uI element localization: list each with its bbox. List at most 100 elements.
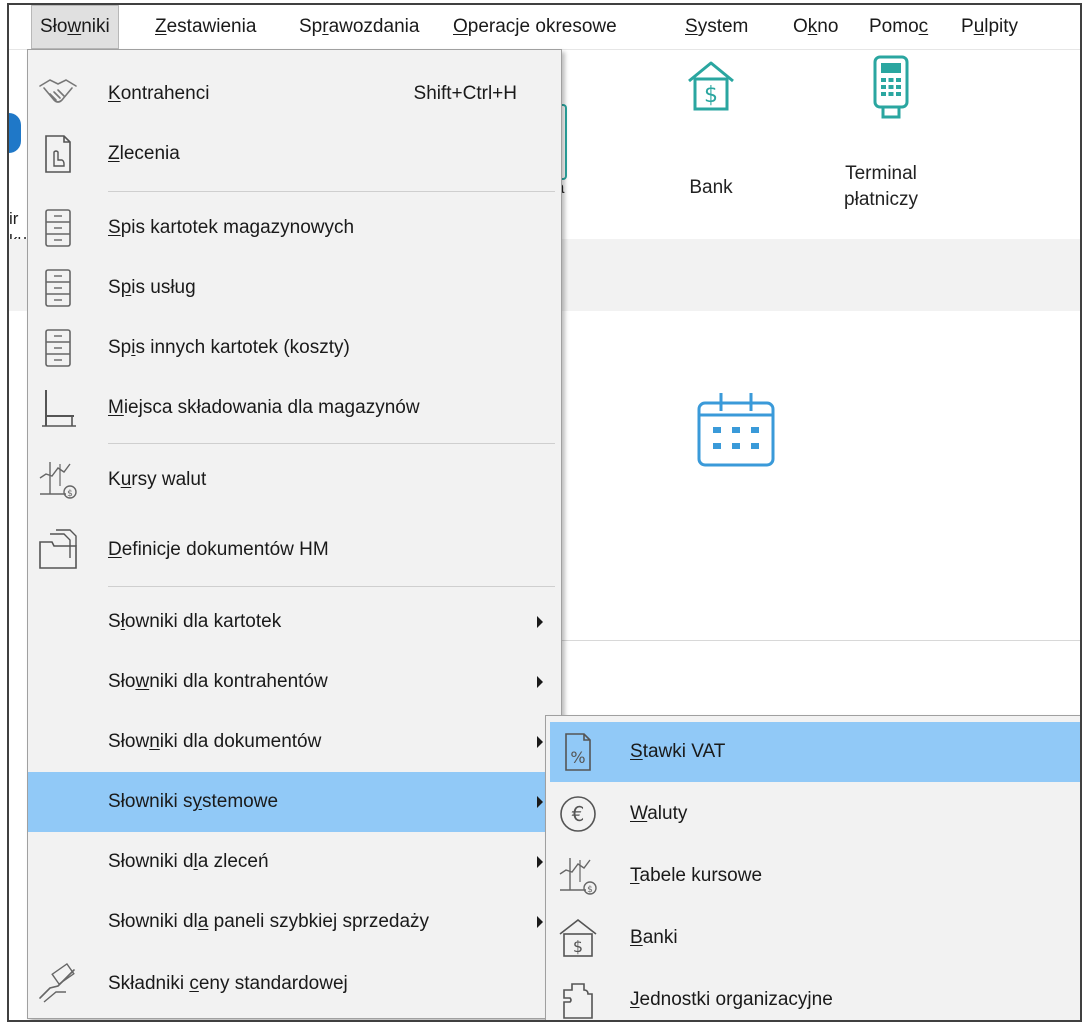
menu-item-zlecenia[interactable]: Zlecenia — [28, 124, 561, 184]
bank-icon[interactable]: $ — [681, 55, 741, 115]
label-accel: k — [807, 16, 818, 37]
svg-text:%: % — [570, 748, 585, 767]
menu-item-definicje-dokumentow[interactable]: Definicje dokumentów HM — [28, 520, 561, 580]
menu-item-slowniki-dla-kontrahentow[interactable]: Słowniki dla kontrahentów — [28, 652, 561, 712]
menu-item-spis-innych-kartotek[interactable]: Spis innych kartotek (koszty) — [28, 318, 561, 378]
menu-item-spis-kartotek-magazynowych[interactable]: Spis kartotek magazynowych — [28, 198, 561, 258]
menu-item-label: Słowniki dla zleceń — [108, 851, 269, 872]
menu-separator — [108, 191, 555, 192]
menu-item-label: Waluty — [630, 803, 688, 824]
app-window: ir ku a $ Bank — [7, 3, 1082, 1022]
menu-operacje-okresowe[interactable]: Operacje okresowe — [445, 5, 625, 49]
menu-system[interactable]: System — [677, 5, 756, 49]
filing-cabinet-icon — [36, 206, 80, 250]
menu-item-label: Słowniki dla dokumentów — [108, 731, 322, 752]
menu-item-label: Spis kartotek magazynowych — [108, 217, 355, 238]
menu-item-slowniki-systemowe[interactable]: Słowniki systemowe — [28, 772, 561, 832]
menu-sprawozdania[interactable]: Sprawozdania — [291, 5, 427, 49]
org-units-icon — [556, 978, 600, 1020]
shortcut-label: Shift+Ctrl+H — [413, 83, 517, 104]
label-part: O — [793, 16, 808, 37]
svg-text:$: $ — [704, 83, 718, 108]
divider — [549, 640, 1080, 641]
submenu-arrow-icon — [537, 856, 543, 868]
menu-item-slowniki-dla-kartotek[interactable]: Słowniki dla kartotek — [28, 592, 561, 652]
menu-slowniki[interactable]: Słowniki — [31, 5, 119, 49]
menu-item-label: Stawki VAT — [630, 741, 726, 762]
submenu-arrow-icon — [537, 736, 543, 748]
filing-cabinet-icon — [36, 266, 80, 310]
submenu-arrow-icon — [537, 676, 543, 688]
exchange-table-icon: $ — [556, 854, 600, 898]
label-part: niki — [81, 16, 110, 37]
menu-zestawienia[interactable]: Zestawienia — [147, 5, 264, 49]
svg-text:€: € — [572, 802, 585, 826]
menu-pulpity[interactable]: Pulpity — [953, 5, 1026, 49]
label-part: P — [961, 16, 974, 37]
menu-item-label: Słowniki dla paneli szybkiej sprzedaży — [108, 911, 430, 932]
submenu-arrow-icon — [537, 616, 543, 628]
menu-item-label: Kursy walut — [108, 469, 207, 490]
currency-rates-icon: $ — [36, 458, 80, 502]
label-accel: w — [67, 16, 82, 37]
payment-terminal-icon[interactable] — [861, 51, 921, 121]
menu-pomoc[interactable]: Pomoc — [861, 5, 936, 49]
menu-item-label: Słowniki dla kontrahentów — [108, 671, 328, 692]
menu-item-label: Zlecenia — [108, 143, 180, 164]
menu-item-label: Spis innych kartotek (koszty) — [108, 337, 350, 358]
label-part: Sp — [299, 16, 323, 37]
label-part: lpity — [984, 16, 1019, 37]
submenu-item-jednostki-organizacyjne[interactable]: Jednostki organizacyjne — [550, 970, 1080, 1020]
menu-okno[interactable]: Okno — [785, 5, 846, 49]
menu-item-label: Tabele kursowe — [630, 865, 763, 886]
label-accel: O — [453, 16, 468, 37]
menu-item-slowniki-dla-zlecen[interactable]: Słowniki dla zleceń — [28, 832, 561, 892]
label-part: peracje okresowe — [467, 16, 617, 37]
submenu-item-stawki-vat[interactable]: % Stawki VAT — [550, 722, 1080, 782]
label-part: estawienia — [166, 16, 257, 37]
partial-icon — [9, 113, 21, 153]
documents-folder-icon — [36, 528, 80, 572]
document-hand-icon — [36, 132, 80, 176]
terminal-label-line1: Terminal — [845, 163, 917, 184]
menu-item-miejsca-skladowania[interactable]: Miejsca składowania dla magazynów — [28, 378, 561, 438]
label-accel: Z — [155, 16, 167, 37]
vat-rate-icon: % — [556, 730, 600, 774]
submenu-arrow-icon — [537, 796, 543, 808]
submenu-item-banki[interactable]: $ Banki — [550, 908, 1080, 968]
calendar-icon[interactable] — [691, 385, 781, 475]
label-part: Pomo — [869, 16, 919, 37]
menu-item-label: Słowniki systemowe — [108, 791, 279, 812]
menu-separator — [108, 443, 555, 444]
label-accel: S — [685, 16, 698, 37]
slowniki-dropdown-menu: Kontrahenci Shift+Ctrl+H Zlecenia Spis k… — [27, 49, 562, 1019]
svg-text:$: $ — [67, 489, 73, 499]
bank-tool-label[interactable]: Bank — [661, 175, 761, 201]
menu-item-skladniki-ceny[interactable]: Składniki ceny standardowej — [28, 954, 561, 1014]
submenu-item-waluty[interactable]: € Waluty — [550, 784, 1080, 844]
terminal-tool-label[interactable]: Terminal płatniczy — [821, 161, 941, 213]
menu-item-slowniki-dla-dokumentow[interactable]: Słowniki dla dokumentów — [28, 712, 561, 772]
label-accel: u — [973, 16, 985, 37]
shelf-icon — [36, 386, 80, 430]
menu-item-label: Jednostki organizacyjne — [630, 989, 833, 1010]
label-part: Sło — [40, 16, 68, 37]
menu-item-spis-uslug[interactable]: Spis usług — [28, 258, 561, 318]
menu-item-label: Definicje dokumentów HM — [108, 539, 329, 560]
euro-icon: € — [556, 792, 600, 836]
submenu-arrow-icon — [537, 916, 543, 928]
menu-item-label: Słowniki dla kartotek — [108, 611, 282, 632]
svg-text:$: $ — [587, 885, 593, 895]
terminal-label-line2: płatniczy — [844, 189, 918, 210]
menu-item-kontrahenci[interactable]: Kontrahenci Shift+Ctrl+H — [28, 64, 561, 124]
submenu-item-tabele-kursowe[interactable]: $ Tabele kursowe — [550, 846, 1080, 906]
slowniki-systemowe-submenu: % Stawki VAT € Waluty $ Tabele kursowe $… — [545, 715, 1080, 1020]
menu-item-label: Spis usług — [108, 277, 196, 298]
menu-item-label: Banki — [630, 927, 678, 948]
menu-item-kursy-walut[interactable]: $ Kursy walut — [28, 450, 561, 510]
handshake-icon — [36, 72, 80, 116]
menu-item-slowniki-dla-paneli[interactable]: Słowniki dla paneli szybkiej sprzedaży — [28, 892, 561, 952]
label-part: awozdania — [328, 16, 420, 37]
menu-separator — [108, 586, 555, 587]
menu-bar: Słowniki Zestawienia Sprawozdania Operac… — [9, 5, 1080, 50]
